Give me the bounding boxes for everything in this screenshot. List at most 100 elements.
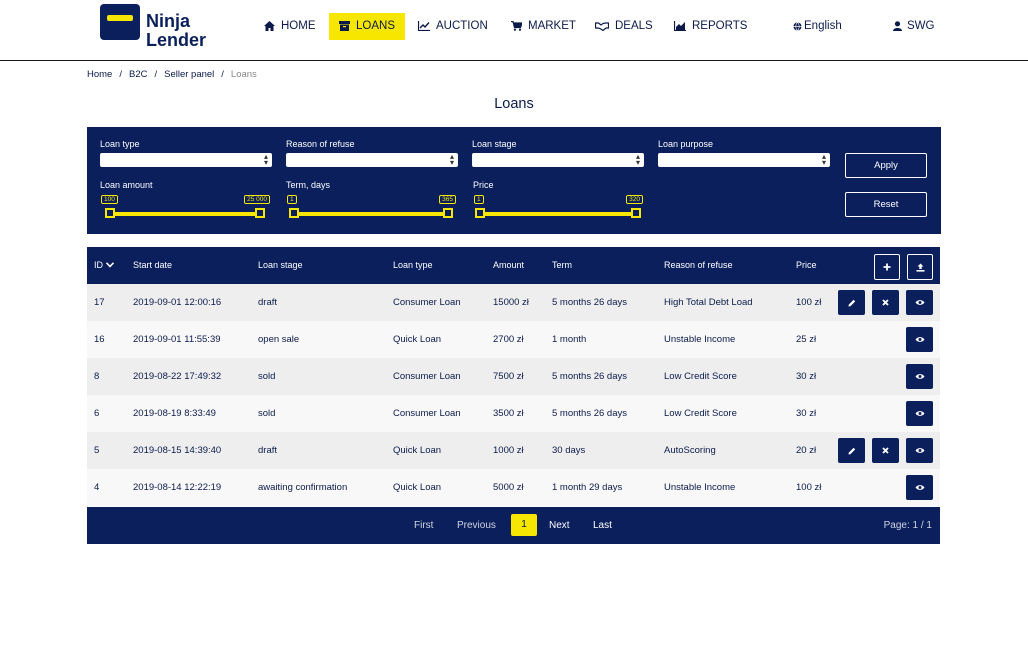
nav-home[interactable]: HOME xyxy=(264,13,316,40)
nav-deals[interactable]: DEALS xyxy=(594,13,653,40)
select-arrows-icon: ▴ ▾ xyxy=(449,152,454,167)
user-menu[interactable]: SWG xyxy=(893,13,934,40)
reason-of-refuse-label: Reason of refuse xyxy=(286,139,355,149)
cell-reason-of-refuse: Unstable Income xyxy=(664,334,736,345)
pencil-icon xyxy=(848,447,855,454)
cell-reason-of-refuse: Low Credit Score xyxy=(664,408,737,419)
eye-icon xyxy=(915,485,924,490)
pagination-last[interactable]: Last xyxy=(593,507,612,544)
breadcrumb-home[interactable]: Home xyxy=(87,69,112,80)
nav-auction[interactable]: AUCTION xyxy=(417,13,488,40)
slider-track xyxy=(291,212,451,216)
table-row: 8 2019-08-22 17:49:32 sold Consumer Loan 750… xyxy=(87,358,940,395)
eye-icon xyxy=(915,337,924,342)
view-button[interactable] xyxy=(906,438,933,463)
eye-icon xyxy=(915,448,924,453)
column-header-amount[interactable]: Amount xyxy=(493,247,524,284)
slider-max-handle[interactable] xyxy=(255,208,265,218)
cell-price: 20 zł xyxy=(796,445,817,456)
column-header-start-date[interactable]: Start date xyxy=(133,247,172,284)
loan-purpose-label: Loan purpose xyxy=(658,139,714,149)
reset-button[interactable]: Reset xyxy=(845,192,927,217)
cell-id: 6 xyxy=(94,408,100,419)
loan-type-select[interactable]: ▴ ▾ xyxy=(100,153,272,167)
view-button[interactable] xyxy=(906,475,933,500)
column-header-term[interactable]: Term xyxy=(552,247,572,284)
cell-amount: 2700 zł xyxy=(493,334,524,345)
add-loan-button[interactable] xyxy=(874,254,900,280)
cell-amount: 1000 zł xyxy=(493,445,524,456)
upload-icon xyxy=(916,263,924,272)
view-button[interactable] xyxy=(906,290,933,315)
nav-reports[interactable]: REPORTS xyxy=(673,13,747,40)
edit-button[interactable] xyxy=(838,290,865,315)
cell-term: 5 months 26 days xyxy=(552,371,627,382)
breadcrumb-current: Loans xyxy=(230,69,257,80)
select-arrows-icon: ▴ ▾ xyxy=(821,152,826,167)
reason-of-refuse-select[interactable]: ▴ ▾ xyxy=(286,153,458,167)
pagination-page-current[interactable]: 1 xyxy=(511,514,537,536)
handshake-icon xyxy=(594,22,610,32)
view-button[interactable] xyxy=(906,364,933,389)
slider-max-handle[interactable] xyxy=(443,208,453,218)
box-icon xyxy=(339,21,350,31)
column-header-id[interactable]: ID xyxy=(94,247,115,284)
cell-id: 5 xyxy=(94,445,100,456)
pagination-first[interactable]: First xyxy=(414,507,433,544)
cell-reason-of-refuse: Unstable Income xyxy=(664,482,736,493)
slider-min-value: 100 xyxy=(101,195,118,204)
column-header-reason-of-refuse[interactable]: Reason of refuse xyxy=(664,247,733,284)
breadcrumb-b2c[interactable]: B2C xyxy=(129,69,147,80)
slider-min-handle[interactable] xyxy=(105,208,115,218)
slider-min-handle[interactable] xyxy=(289,208,299,218)
pencil-icon xyxy=(848,299,855,306)
loan-stage-select[interactable]: ▴ ▾ xyxy=(472,153,644,167)
language-selector[interactable]: English xyxy=(793,13,842,40)
pagination-next[interactable]: Next xyxy=(549,507,570,544)
edit-button[interactable] xyxy=(838,438,865,463)
cell-loan-type: Consumer Loan xyxy=(393,371,461,382)
cell-start-date: 2019-09-01 11:55:39 xyxy=(133,334,221,345)
price-slider[interactable]: 1 320 xyxy=(473,195,643,221)
apply-button[interactable]: Apply xyxy=(845,153,927,178)
ninja-lender-logo[interactable]: Ninja Lender xyxy=(100,4,210,52)
cell-loan-type: Consumer Loan xyxy=(393,297,461,308)
pagination-previous[interactable]: Previous xyxy=(457,507,496,544)
cell-loan-type: Consumer Loan xyxy=(393,408,461,419)
table-row: 6 2019-08-19 8:33:49 sold Consumer Loan 3500… xyxy=(87,395,940,432)
slider-min-handle[interactable] xyxy=(475,208,485,218)
cell-loan-type: Quick Loan xyxy=(393,482,442,493)
nav-loans[interactable]: LOANS xyxy=(329,13,405,40)
column-header-loan-type[interactable]: Loan type xyxy=(393,247,433,284)
loan-amount-slider[interactable]: 100 25 000 xyxy=(100,195,270,221)
view-button[interactable] xyxy=(906,401,933,426)
loan-purpose-select[interactable]: ▴ ▾ xyxy=(658,153,830,167)
slider-max-value: 365 xyxy=(439,195,456,204)
delete-button[interactable] xyxy=(872,290,899,315)
cell-start-date: 2019-08-14 12:22:19 xyxy=(133,482,222,493)
loan-amount-label: Loan amount xyxy=(100,180,153,190)
slider-max-handle[interactable] xyxy=(631,208,641,218)
term-days-slider[interactable]: 1 365 xyxy=(286,195,456,221)
cell-price: 100 zł xyxy=(796,482,822,493)
cell-price: 100 zł xyxy=(796,297,822,308)
cell-loan-type: Quick Loan xyxy=(393,334,442,345)
nav-market[interactable]: MARKET xyxy=(511,13,576,40)
close-icon xyxy=(882,447,889,454)
breadcrumb-seller-panel[interactable]: Seller panel xyxy=(164,69,214,80)
table-header: ID Start date Loan stage Loan type Amoun… xyxy=(87,247,940,284)
select-arrows-icon: ▴ ▾ xyxy=(635,152,640,167)
cell-term: 5 months 26 days xyxy=(552,297,627,308)
pagination: First Previous 1 Next Last Page: 1 / 1 xyxy=(87,507,940,544)
upload-button[interactable] xyxy=(907,254,933,280)
home-icon xyxy=(264,21,275,31)
delete-button[interactable] xyxy=(872,438,899,463)
table-row: 16 2019-09-01 11:55:39 open sale Quick Loan… xyxy=(87,321,940,358)
cell-term: 30 days xyxy=(552,445,586,456)
view-button[interactable] xyxy=(906,327,933,352)
term-days-label: Term, days xyxy=(286,180,331,190)
slider-track xyxy=(478,212,638,216)
column-header-loan-stage[interactable]: Loan stage xyxy=(258,247,303,284)
column-header-price[interactable]: Price xyxy=(796,247,817,284)
loan-type-label: Loan type xyxy=(100,139,140,149)
